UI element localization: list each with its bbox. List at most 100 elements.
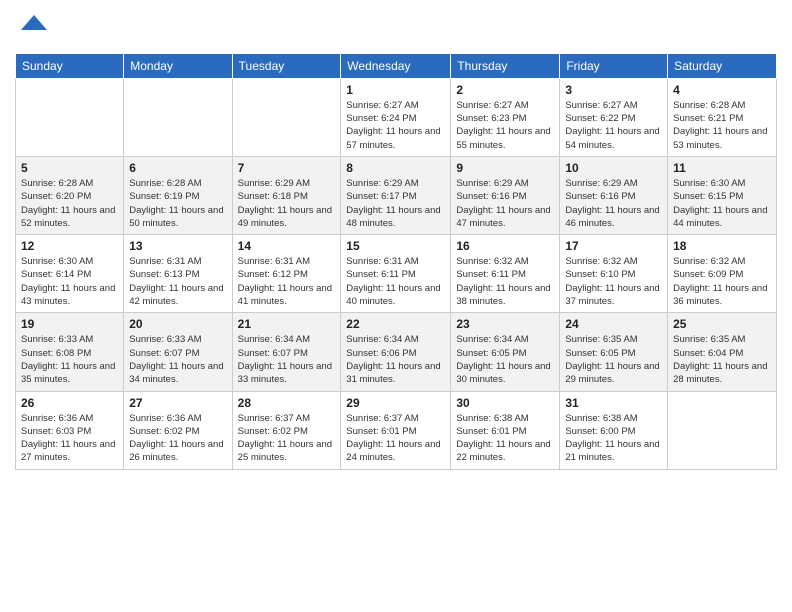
day-info: Sunrise: 6:29 AM Sunset: 6:17 PM Dayligh… xyxy=(346,177,445,230)
calendar-cell: 7 Sunrise: 6:29 AM Sunset: 6:18 PM Daylig… xyxy=(232,156,341,234)
calendar-week-row: 26 Sunrise: 6:36 AM Sunset: 6:03 PM Dayli… xyxy=(16,391,777,469)
day-number: 15 xyxy=(346,239,445,253)
day-number: 31 xyxy=(565,396,662,410)
day-number: 24 xyxy=(565,317,662,331)
day-info: Sunrise: 6:29 AM Sunset: 6:16 PM Dayligh… xyxy=(565,177,662,230)
day-info: Sunrise: 6:35 AM Sunset: 6:05 PM Dayligh… xyxy=(565,333,662,386)
day-of-week-header: Sunday xyxy=(16,53,124,78)
calendar-cell xyxy=(124,78,232,156)
day-info: Sunrise: 6:36 AM Sunset: 6:02 PM Dayligh… xyxy=(129,412,226,465)
day-number: 5 xyxy=(21,161,118,175)
day-number: 22 xyxy=(346,317,445,331)
day-number: 30 xyxy=(456,396,554,410)
day-number: 16 xyxy=(456,239,554,253)
day-info: Sunrise: 6:27 AM Sunset: 6:23 PM Dayligh… xyxy=(456,99,554,152)
day-info: Sunrise: 6:27 AM Sunset: 6:24 PM Dayligh… xyxy=(346,99,445,152)
day-number: 14 xyxy=(238,239,336,253)
day-info: Sunrise: 6:31 AM Sunset: 6:11 PM Dayligh… xyxy=(346,255,445,308)
day-number: 8 xyxy=(346,161,445,175)
calendar-cell: 28 Sunrise: 6:37 AM Sunset: 6:02 PM Dayli… xyxy=(232,391,341,469)
day-info: Sunrise: 6:31 AM Sunset: 6:12 PM Dayligh… xyxy=(238,255,336,308)
calendar-cell xyxy=(668,391,777,469)
calendar-cell: 16Sunrise: 6:32 AM Sunset: 6:11 PM Dayli… xyxy=(451,235,560,313)
day-number: 27 xyxy=(129,396,226,410)
calendar-cell: 29 Sunrise: 6:37 AM Sunset: 6:01 PM Dayli… xyxy=(341,391,451,469)
day-info: Sunrise: 6:27 AM Sunset: 6:22 PM Dayligh… xyxy=(565,99,662,152)
day-info: Sunrise: 6:29 AM Sunset: 6:18 PM Dayligh… xyxy=(238,177,336,230)
day-of-week-header: Tuesday xyxy=(232,53,341,78)
day-number: 4 xyxy=(673,83,771,97)
day-info: Sunrise: 6:33 AM Sunset: 6:07 PM Dayligh… xyxy=(129,333,226,386)
day-info: Sunrise: 6:31 AM Sunset: 6:13 PM Dayligh… xyxy=(129,255,226,308)
day-info: Sunrise: 6:38 AM Sunset: 6:00 PM Dayligh… xyxy=(565,412,662,465)
calendar-cell: 2 Sunrise: 6:27 AM Sunset: 6:23 PM Daylig… xyxy=(451,78,560,156)
day-info: Sunrise: 6:37 AM Sunset: 6:02 PM Dayligh… xyxy=(238,412,336,465)
calendar-cell: 13 Sunrise: 6:31 AM Sunset: 6:13 PM Dayli… xyxy=(124,235,232,313)
calendar-week-row: 12 Sunrise: 6:30 AM Sunset: 6:14 PM Dayli… xyxy=(16,235,777,313)
calendar-week-row: 5 Sunrise: 6:28 AM Sunset: 6:20 PM Daylig… xyxy=(16,156,777,234)
calendar-week-row: 19 Sunrise: 6:33 AM Sunset: 6:08 PM Dayli… xyxy=(16,313,777,391)
day-info: Sunrise: 6:34 AM Sunset: 6:07 PM Dayligh… xyxy=(238,333,336,386)
day-number: 13 xyxy=(129,239,226,253)
day-number: 6 xyxy=(129,161,226,175)
calendar-cell: 22 Sunrise: 6:34 AM Sunset: 6:06 PM Dayli… xyxy=(341,313,451,391)
calendar-cell: 25Sunrise: 6:35 AM Sunset: 6:04 PM Dayli… xyxy=(668,313,777,391)
calendar-cell: 23Sunrise: 6:34 AM Sunset: 6:05 PM Dayli… xyxy=(451,313,560,391)
day-info: Sunrise: 6:28 AM Sunset: 6:20 PM Dayligh… xyxy=(21,177,118,230)
day-number: 26 xyxy=(21,396,118,410)
calendar-cell: 31 Sunrise: 6:38 AM Sunset: 6:00 PM Dayli… xyxy=(560,391,668,469)
calendar-cell: 8 Sunrise: 6:29 AM Sunset: 6:17 PM Daylig… xyxy=(341,156,451,234)
day-number: 1 xyxy=(346,83,445,97)
day-info: Sunrise: 6:38 AM Sunset: 6:01 PM Dayligh… xyxy=(456,412,554,465)
day-info: Sunrise: 6:30 AM Sunset: 6:14 PM Dayligh… xyxy=(21,255,118,308)
calendar-cell: 5 Sunrise: 6:28 AM Sunset: 6:20 PM Daylig… xyxy=(16,156,124,234)
day-info: Sunrise: 6:32 AM Sunset: 6:10 PM Dayligh… xyxy=(565,255,662,308)
day-of-week-header: Wednesday xyxy=(341,53,451,78)
calendar-cell: 11Sunrise: 6:30 AM Sunset: 6:15 PM Dayli… xyxy=(668,156,777,234)
day-number: 19 xyxy=(21,317,118,331)
day-info: Sunrise: 6:28 AM Sunset: 6:21 PM Dayligh… xyxy=(673,99,771,152)
day-number: 20 xyxy=(129,317,226,331)
day-number: 21 xyxy=(238,317,336,331)
day-info: Sunrise: 6:33 AM Sunset: 6:08 PM Dayligh… xyxy=(21,333,118,386)
calendar-cell xyxy=(232,78,341,156)
page-container: SundayMondayTuesdayWednesdayThursdayFrid… xyxy=(0,0,792,480)
calendar-cell: 12 Sunrise: 6:30 AM Sunset: 6:14 PM Dayli… xyxy=(16,235,124,313)
calendar-cell: 18Sunrise: 6:32 AM Sunset: 6:09 PM Dayli… xyxy=(668,235,777,313)
day-info: Sunrise: 6:32 AM Sunset: 6:09 PM Dayligh… xyxy=(673,255,771,308)
day-info: Sunrise: 6:28 AM Sunset: 6:19 PM Dayligh… xyxy=(129,177,226,230)
calendar-cell: 20 Sunrise: 6:33 AM Sunset: 6:07 PM Dayli… xyxy=(124,313,232,391)
day-of-week-header: Thursday xyxy=(451,53,560,78)
day-number: 7 xyxy=(238,161,336,175)
page-header xyxy=(15,10,777,45)
day-info: Sunrise: 6:34 AM Sunset: 6:05 PM Dayligh… xyxy=(456,333,554,386)
calendar-table: SundayMondayTuesdayWednesdayThursdayFrid… xyxy=(15,53,777,470)
day-number: 28 xyxy=(238,396,336,410)
calendar-cell: 4 Sunrise: 6:28 AM Sunset: 6:21 PM Daylig… xyxy=(668,78,777,156)
day-of-week-header: Saturday xyxy=(668,53,777,78)
day-info: Sunrise: 6:29 AM Sunset: 6:16 PM Dayligh… xyxy=(456,177,554,230)
day-info: Sunrise: 6:37 AM Sunset: 6:01 PM Dayligh… xyxy=(346,412,445,465)
calendar-header-row: SundayMondayTuesdayWednesdayThursdayFrid… xyxy=(16,53,777,78)
day-info: Sunrise: 6:35 AM Sunset: 6:04 PM Dayligh… xyxy=(673,333,771,386)
day-info: Sunrise: 6:36 AM Sunset: 6:03 PM Dayligh… xyxy=(21,412,118,465)
day-of-week-header: Friday xyxy=(560,53,668,78)
calendar-cell: 15 Sunrise: 6:31 AM Sunset: 6:11 PM Dayli… xyxy=(341,235,451,313)
day-number: 12 xyxy=(21,239,118,253)
day-info: Sunrise: 6:34 AM Sunset: 6:06 PM Dayligh… xyxy=(346,333,445,386)
calendar-cell: 9 Sunrise: 6:29 AM Sunset: 6:16 PM Daylig… xyxy=(451,156,560,234)
day-info: Sunrise: 6:30 AM Sunset: 6:15 PM Dayligh… xyxy=(673,177,771,230)
calendar-cell: 1 Sunrise: 6:27 AM Sunset: 6:24 PM Daylig… xyxy=(341,78,451,156)
calendar-cell: 21 Sunrise: 6:34 AM Sunset: 6:07 PM Dayli… xyxy=(232,313,341,391)
day-number: 3 xyxy=(565,83,662,97)
day-number: 9 xyxy=(456,161,554,175)
calendar-cell: 6 Sunrise: 6:28 AM Sunset: 6:19 PM Daylig… xyxy=(124,156,232,234)
calendar-cell: 30 Sunrise: 6:38 AM Sunset: 6:01 PM Dayli… xyxy=(451,391,560,469)
day-number: 2 xyxy=(456,83,554,97)
calendar-week-row: 1 Sunrise: 6:27 AM Sunset: 6:24 PM Daylig… xyxy=(16,78,777,156)
logo xyxy=(15,10,49,45)
day-number: 29 xyxy=(346,396,445,410)
calendar-cell: 3 Sunrise: 6:27 AM Sunset: 6:22 PM Daylig… xyxy=(560,78,668,156)
day-number: 10 xyxy=(565,161,662,175)
calendar-cell: 14 Sunrise: 6:31 AM Sunset: 6:12 PM Dayli… xyxy=(232,235,341,313)
